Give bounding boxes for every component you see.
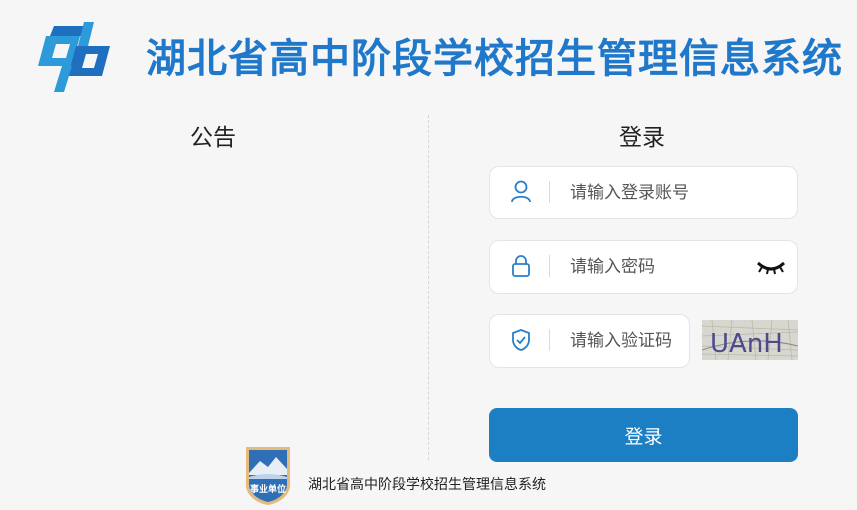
field-separator <box>549 255 550 277</box>
captcha-text: UAnH <box>710 329 783 359</box>
lock-icon <box>512 255 530 277</box>
panel-divider <box>428 115 429 460</box>
user-icon <box>511 180 531 203</box>
site-title: 湖北省高中阶段学校招生管理信息系统 <box>146 36 843 82</box>
field-separator <box>549 181 550 203</box>
eye-closed-icon[interactable] <box>756 257 786 277</box>
captcha-input[interactable] <box>570 325 682 357</box>
shield-check-icon <box>512 329 530 351</box>
site-logo-icon <box>38 22 110 92</box>
captcha-image[interactable]: UAnH <box>702 320 798 360</box>
captcha-field[interactable] <box>489 314 690 368</box>
username-field[interactable] <box>489 166 798 219</box>
password-field[interactable] <box>489 240 798 294</box>
password-input[interactable] <box>570 251 740 283</box>
username-input[interactable] <box>570 177 780 209</box>
badge-text: 事业单位 <box>250 483 286 495</box>
public-institution-badge-icon: 事业单位 <box>246 447 290 505</box>
notice-title: 公告 <box>190 125 236 151</box>
field-separator <box>549 329 550 351</box>
footer-site-name: 湖北省高中阶段学校招生管理信息系统 <box>308 477 546 493</box>
login-button[interactable]: 登录 <box>489 408 798 462</box>
login-title: 登录 <box>619 125 665 151</box>
